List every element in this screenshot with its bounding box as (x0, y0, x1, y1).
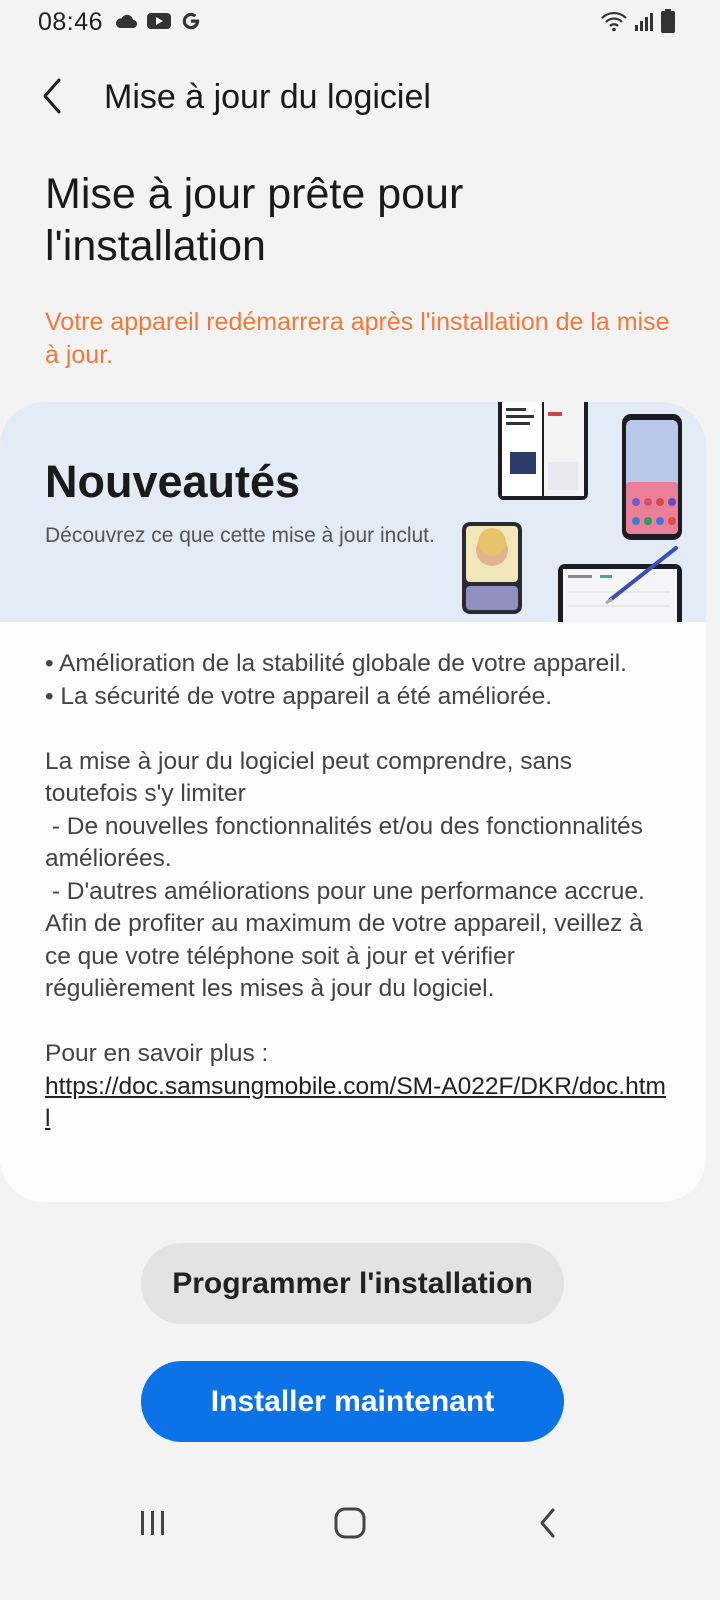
note-security: • La sécurité de votre appareil a été am… (45, 682, 553, 710)
status-time: 08:46 (38, 8, 104, 36)
schedule-install-button[interactable]: Programmer l'installation (141, 1243, 564, 1324)
whats-new-card: Nouveautés Découvrez ce que cette mise à… (0, 402, 706, 1202)
release-notes: • Amélioration de la stabilité globale d… (45, 648, 670, 1136)
youtube-icon (146, 11, 172, 36)
page-title: Mise à jour prête pour l'installation (45, 170, 464, 270)
learn-more-label: Pour en savoir plus : (45, 1040, 269, 1067)
back-icon (537, 1507, 559, 1544)
chevron-left-icon (40, 76, 64, 121)
learn-more-link[interactable]: https://doc.samsungmobile.com/SM-A022F/D… (45, 1071, 670, 1136)
battery-icon (660, 8, 676, 39)
note-features: - De nouvelles fonctionnalités et/ou des… (45, 812, 650, 873)
google-icon (180, 10, 202, 37)
note-advice: Afin de profiter au maximum de votre app… (45, 910, 650, 1002)
back-button[interactable] (30, 74, 74, 122)
app-bar: Mise à jour du logiciel (0, 62, 720, 134)
home-icon (333, 1506, 367, 1545)
home-button[interactable] (320, 1500, 380, 1550)
whats-new-subtitle: Découvrez ce que cette mise à jour inclu… (45, 524, 435, 547)
app-bar-title: Mise à jour du logiciel (104, 78, 431, 116)
cloud-icon (114, 12, 138, 35)
wifi-icon (600, 10, 628, 37)
navigation-bar (0, 1490, 720, 1560)
status-bar: 08:46 (0, 0, 720, 46)
signal-icon (633, 10, 655, 37)
whats-new-title: Nouveautés (45, 456, 301, 507)
restart-warning: Votre appareil redémarrera après l'insta… (45, 308, 670, 369)
install-now-button[interactable]: Installer maintenant (141, 1361, 564, 1442)
devices-illustration (450, 402, 706, 634)
recent-apps-button[interactable] (123, 1500, 183, 1550)
whats-new-banner: Nouveautés Découvrez ce que cette mise à… (0, 402, 706, 634)
note-intro: La mise à jour du logiciel peut comprend… (45, 747, 579, 808)
recent-apps-icon (137, 1508, 169, 1543)
nav-back-button[interactable] (518, 1500, 578, 1550)
software-update-screen: 08:46 Mise à jour du logiciel Mise à jou… (0, 0, 720, 1600)
note-stability: • Amélioration de la stabilité globale d… (45, 650, 627, 677)
note-performance: - D'autres améliorations pour une perfor… (45, 877, 645, 905)
